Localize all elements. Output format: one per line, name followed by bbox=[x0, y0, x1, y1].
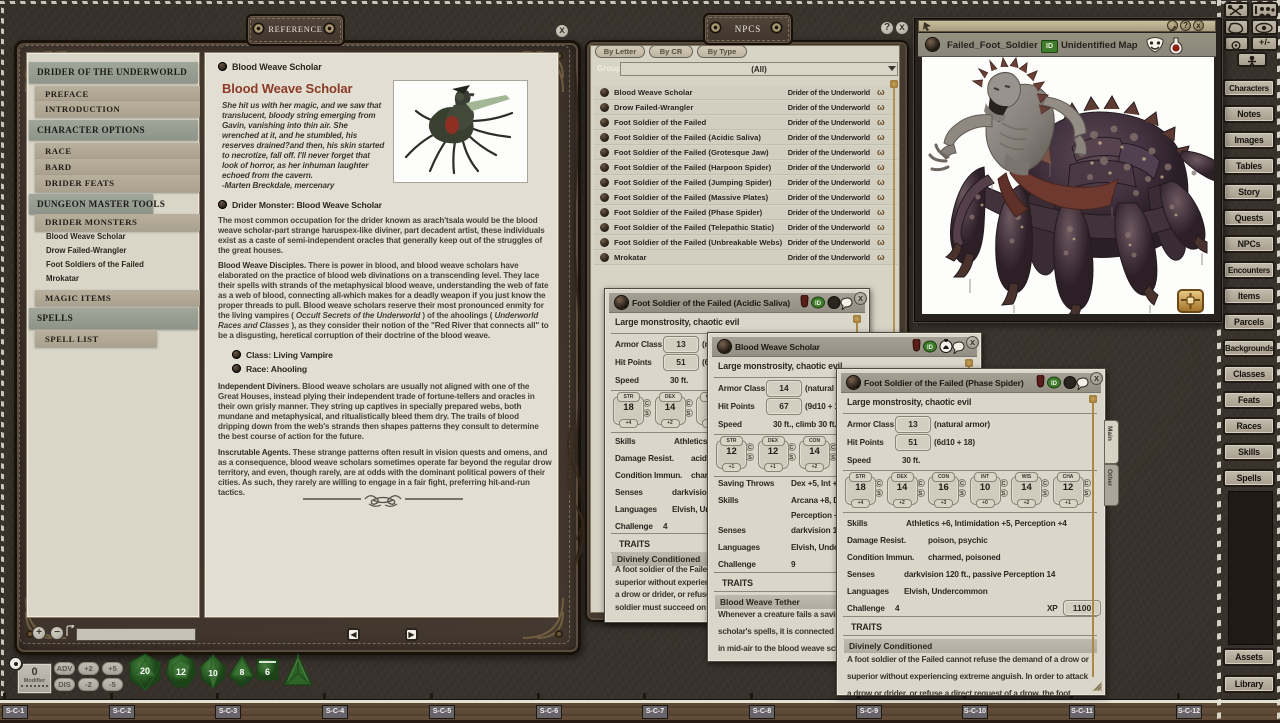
svg-text:8: 8 bbox=[240, 667, 245, 677]
svg-text:ID: ID bbox=[927, 345, 934, 351]
svg-text:6: 6 bbox=[265, 667, 270, 677]
svg-text:ID: ID bbox=[815, 301, 822, 307]
svg-text:10: 10 bbox=[208, 668, 218, 678]
svg-text:20: 20 bbox=[140, 666, 150, 676]
svg-text:ID: ID bbox=[1051, 381, 1058, 387]
svg-text:12: 12 bbox=[176, 667, 186, 677]
